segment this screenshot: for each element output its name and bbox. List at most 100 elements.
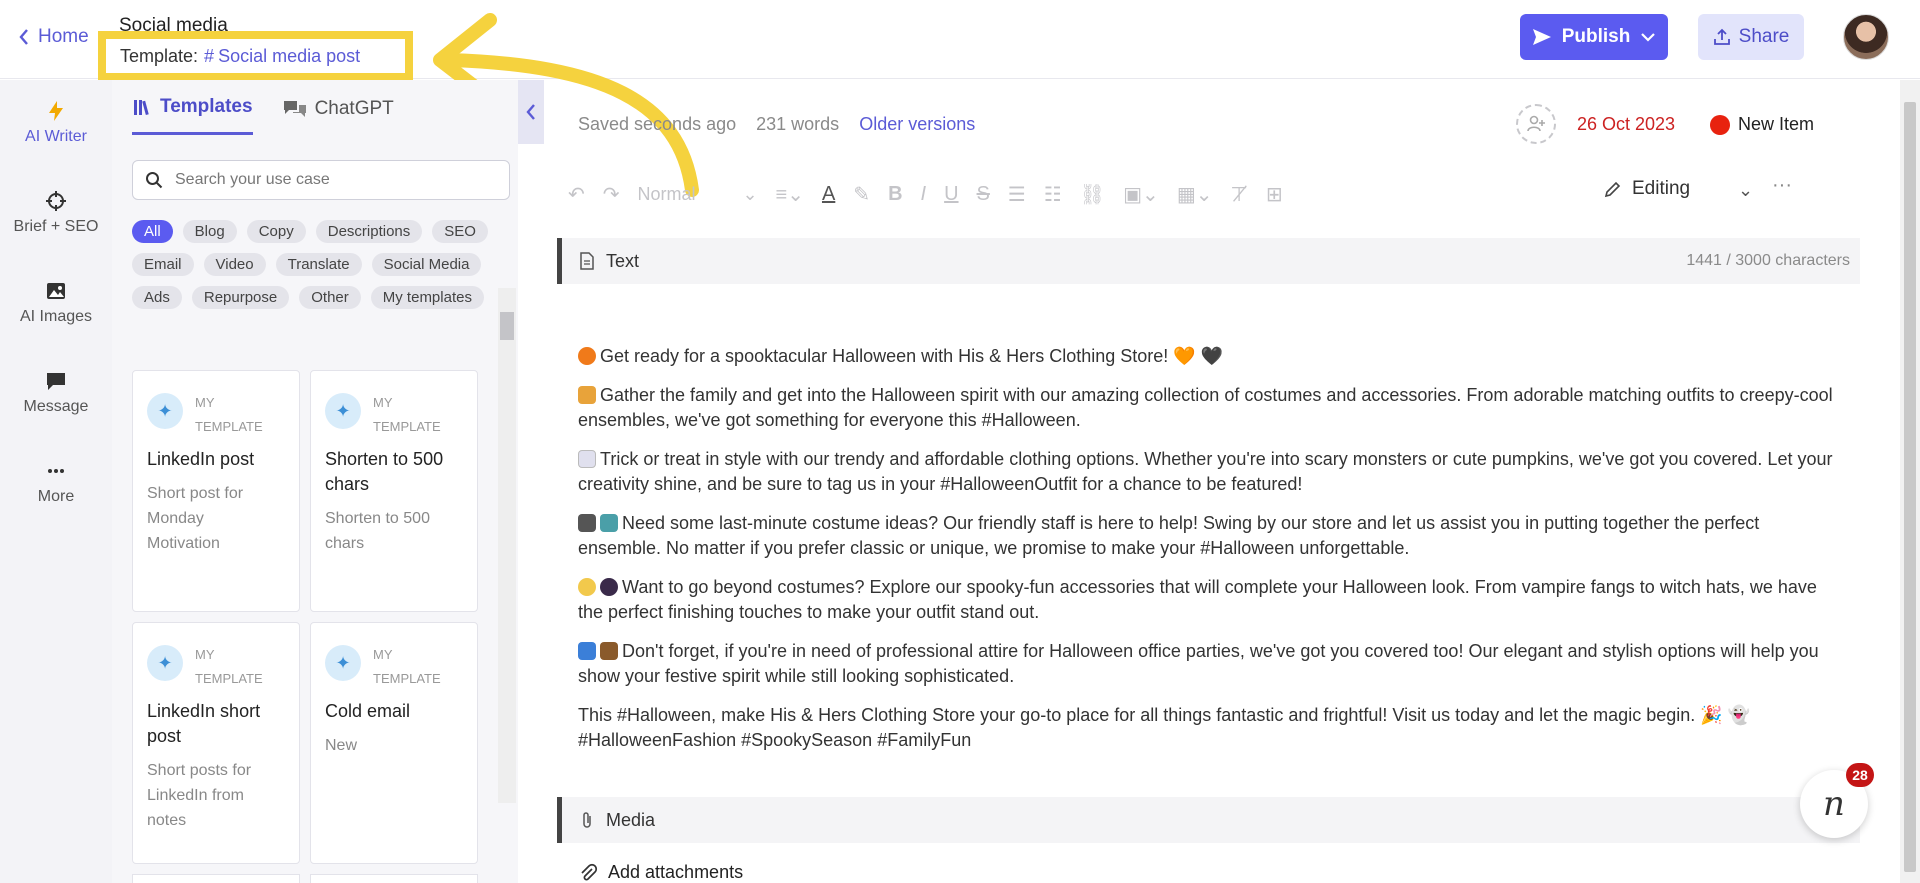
strikethrough-icon[interactable]: S bbox=[977, 183, 990, 206]
chip-seo[interactable]: SEO bbox=[432, 220, 488, 243]
panel-scrollbar-thumb[interactable] bbox=[500, 312, 514, 340]
publish-button[interactable]: Publish bbox=[1520, 14, 1668, 60]
chip-repurpose[interactable]: Repurpose bbox=[191, 286, 290, 309]
rail-ai-writer[interactable]: AI Writer bbox=[0, 100, 112, 146]
table-icon[interactable]: ▦⌄ bbox=[1177, 182, 1213, 207]
main-scrollbar[interactable] bbox=[1900, 80, 1920, 883]
chip-other[interactable]: Other bbox=[299, 286, 361, 309]
text-style-select[interactable]: Normal ⌄ bbox=[638, 184, 758, 205]
paragraph: Don't forget, if you're in need of profe… bbox=[578, 641, 1819, 686]
person-emoji-icon bbox=[600, 514, 618, 532]
link-icon[interactable]: ⛓ bbox=[1080, 182, 1105, 207]
card-tag: MY TEMPLATE bbox=[373, 647, 441, 686]
post-content[interactable]: Get ready for a spooktacular Halloween w… bbox=[578, 344, 1838, 767]
rail-label: Brief + SEO bbox=[13, 218, 99, 235]
more-options-icon[interactable]: ··· bbox=[1772, 174, 1792, 197]
help-logo-icon: n bbox=[1823, 784, 1845, 824]
clear-format-icon[interactable]: ⊤̸ bbox=[1230, 182, 1247, 207]
rail-message[interactable]: Message bbox=[0, 370, 112, 416]
rail-ai-images[interactable]: AI Images bbox=[0, 280, 112, 326]
bold-icon[interactable]: B bbox=[888, 183, 902, 206]
chip-email[interactable]: Email bbox=[132, 253, 194, 276]
chip-social-media[interactable]: Social Media bbox=[371, 253, 482, 276]
panel-scrollbar[interactable] bbox=[498, 288, 516, 803]
status-selector[interactable]: New Item bbox=[1710, 114, 1814, 135]
template-card-cold-email[interactable]: ✦ MY TEMPLATE Cold email New bbox=[310, 622, 478, 864]
card-description: New bbox=[325, 737, 358, 754]
send-icon bbox=[1532, 29, 1551, 45]
pencil-icon bbox=[1604, 181, 1621, 198]
tab-chatgpt[interactable]: ChatGPT bbox=[283, 96, 394, 135]
notification-badge: 28 bbox=[1846, 763, 1874, 787]
card-title: Cold email bbox=[325, 701, 411, 721]
crystal-ball-emoji-icon bbox=[600, 578, 618, 596]
sparkle-icon: ✦ bbox=[325, 645, 361, 681]
assign-user-icon[interactable] bbox=[1516, 104, 1556, 144]
document-icon bbox=[580, 252, 594, 270]
rail-label: AI Images bbox=[19, 308, 93, 325]
italic-icon[interactable]: I bbox=[921, 183, 927, 206]
section-title: Text bbox=[606, 250, 640, 271]
main-scrollbar-thumb[interactable] bbox=[1904, 102, 1916, 872]
moon-emoji-icon bbox=[578, 578, 596, 596]
rail-label: Message bbox=[23, 398, 89, 415]
template-card-linkedin-post[interactable]: ✦ MY TEMPLATE LinkedIn post Short post fo… bbox=[132, 370, 300, 612]
editing-label: Editing bbox=[1632, 178, 1691, 199]
align-icon[interactable]: ≡⌄ bbox=[776, 182, 804, 207]
chip-descriptions[interactable]: Descriptions bbox=[315, 220, 423, 243]
paragraph: Need some last-minute costume ideas? Our… bbox=[578, 513, 1760, 558]
chip-copy[interactable]: Copy bbox=[246, 220, 306, 243]
user-avatar[interactable] bbox=[1843, 14, 1889, 60]
share-label: Share bbox=[1738, 26, 1790, 47]
chip-translate[interactable]: Translate bbox=[275, 253, 362, 276]
rail-brief-seo[interactable]: Brief + SEO bbox=[0, 190, 112, 236]
text-color-icon[interactable]: A bbox=[822, 183, 835, 206]
image-icon bbox=[47, 283, 65, 299]
tab-label: ChatGPT bbox=[314, 97, 394, 119]
chevron-down-icon[interactable]: ⌄ bbox=[1738, 180, 1753, 201]
chip-video[interactable]: Video bbox=[203, 253, 266, 276]
text-section-header: Text 1441 / 3000 characters bbox=[557, 238, 1860, 284]
doc-meta: Saved seconds ago 231 words Older versio… bbox=[578, 114, 975, 135]
highlight-icon[interactable]: ✎ bbox=[853, 182, 870, 207]
rail-more[interactable]: More bbox=[0, 460, 112, 506]
search-icon bbox=[146, 172, 163, 189]
card-title: Shorten to 500 chars bbox=[325, 449, 444, 494]
ghost-emoji-icon bbox=[578, 450, 596, 468]
chip-all[interactable]: All bbox=[132, 220, 173, 243]
underline-icon[interactable]: U bbox=[944, 183, 958, 206]
share-button[interactable]: Share bbox=[1698, 14, 1804, 60]
message-icon bbox=[47, 373, 65, 390]
rail-label: AI Writer bbox=[25, 128, 87, 145]
paragraph: Want to go beyond costumes? Explore our … bbox=[578, 577, 1817, 622]
template-card-partial[interactable] bbox=[310, 874, 478, 883]
numbered-list-icon[interactable]: ☷ bbox=[1044, 182, 1062, 207]
template-card-linkedin-short[interactable]: ✦ MY TEMPLATE LinkedIn short post Short p… bbox=[132, 622, 300, 864]
search-input[interactable] bbox=[175, 171, 495, 189]
category-chips: All Blog Copy Descriptions SEO Email Vid… bbox=[132, 220, 512, 309]
editing-mode-select[interactable]: Editing bbox=[1604, 178, 1690, 200]
undo-icon[interactable]: ↶ bbox=[568, 182, 585, 207]
chip-blog[interactable]: Blog bbox=[182, 220, 237, 243]
due-date[interactable]: 26 Oct 2023 bbox=[1577, 114, 1675, 135]
template-card-shorten[interactable]: ✦ MY TEMPLATE Shorten to 500 chars Shorte… bbox=[310, 370, 478, 612]
comment-icon[interactable]: ⊞ bbox=[1266, 182, 1283, 207]
home-link[interactable]: Home bbox=[18, 26, 89, 48]
bullet-list-icon[interactable]: ☰ bbox=[1008, 182, 1026, 207]
chevron-left-icon bbox=[19, 29, 28, 45]
redo-icon[interactable]: ↷ bbox=[603, 182, 620, 207]
templates-panel: Templates ChatGPT All Blog Copy Descript… bbox=[112, 80, 518, 883]
tab-templates[interactable]: Templates bbox=[132, 96, 253, 135]
older-versions-link[interactable]: Older versions bbox=[859, 114, 975, 135]
template-name-link[interactable]: Social media post bbox=[218, 46, 360, 67]
template-indicator[interactable]: Template: # Social media post bbox=[98, 31, 413, 81]
template-search[interactable] bbox=[132, 160, 510, 200]
chip-my-templates[interactable]: My templates bbox=[370, 286, 484, 309]
chevron-down-icon bbox=[1641, 33, 1656, 42]
chip-ads[interactable]: Ads bbox=[132, 286, 182, 309]
insert-image-icon[interactable]: ▣⌄ bbox=[1123, 182, 1159, 207]
template-card-partial[interactable] bbox=[132, 874, 300, 883]
publish-label: Publish bbox=[1561, 26, 1631, 47]
collapse-panel-button[interactable] bbox=[518, 80, 544, 144]
add-attachments-button[interactable]: Add attachments bbox=[578, 862, 743, 883]
